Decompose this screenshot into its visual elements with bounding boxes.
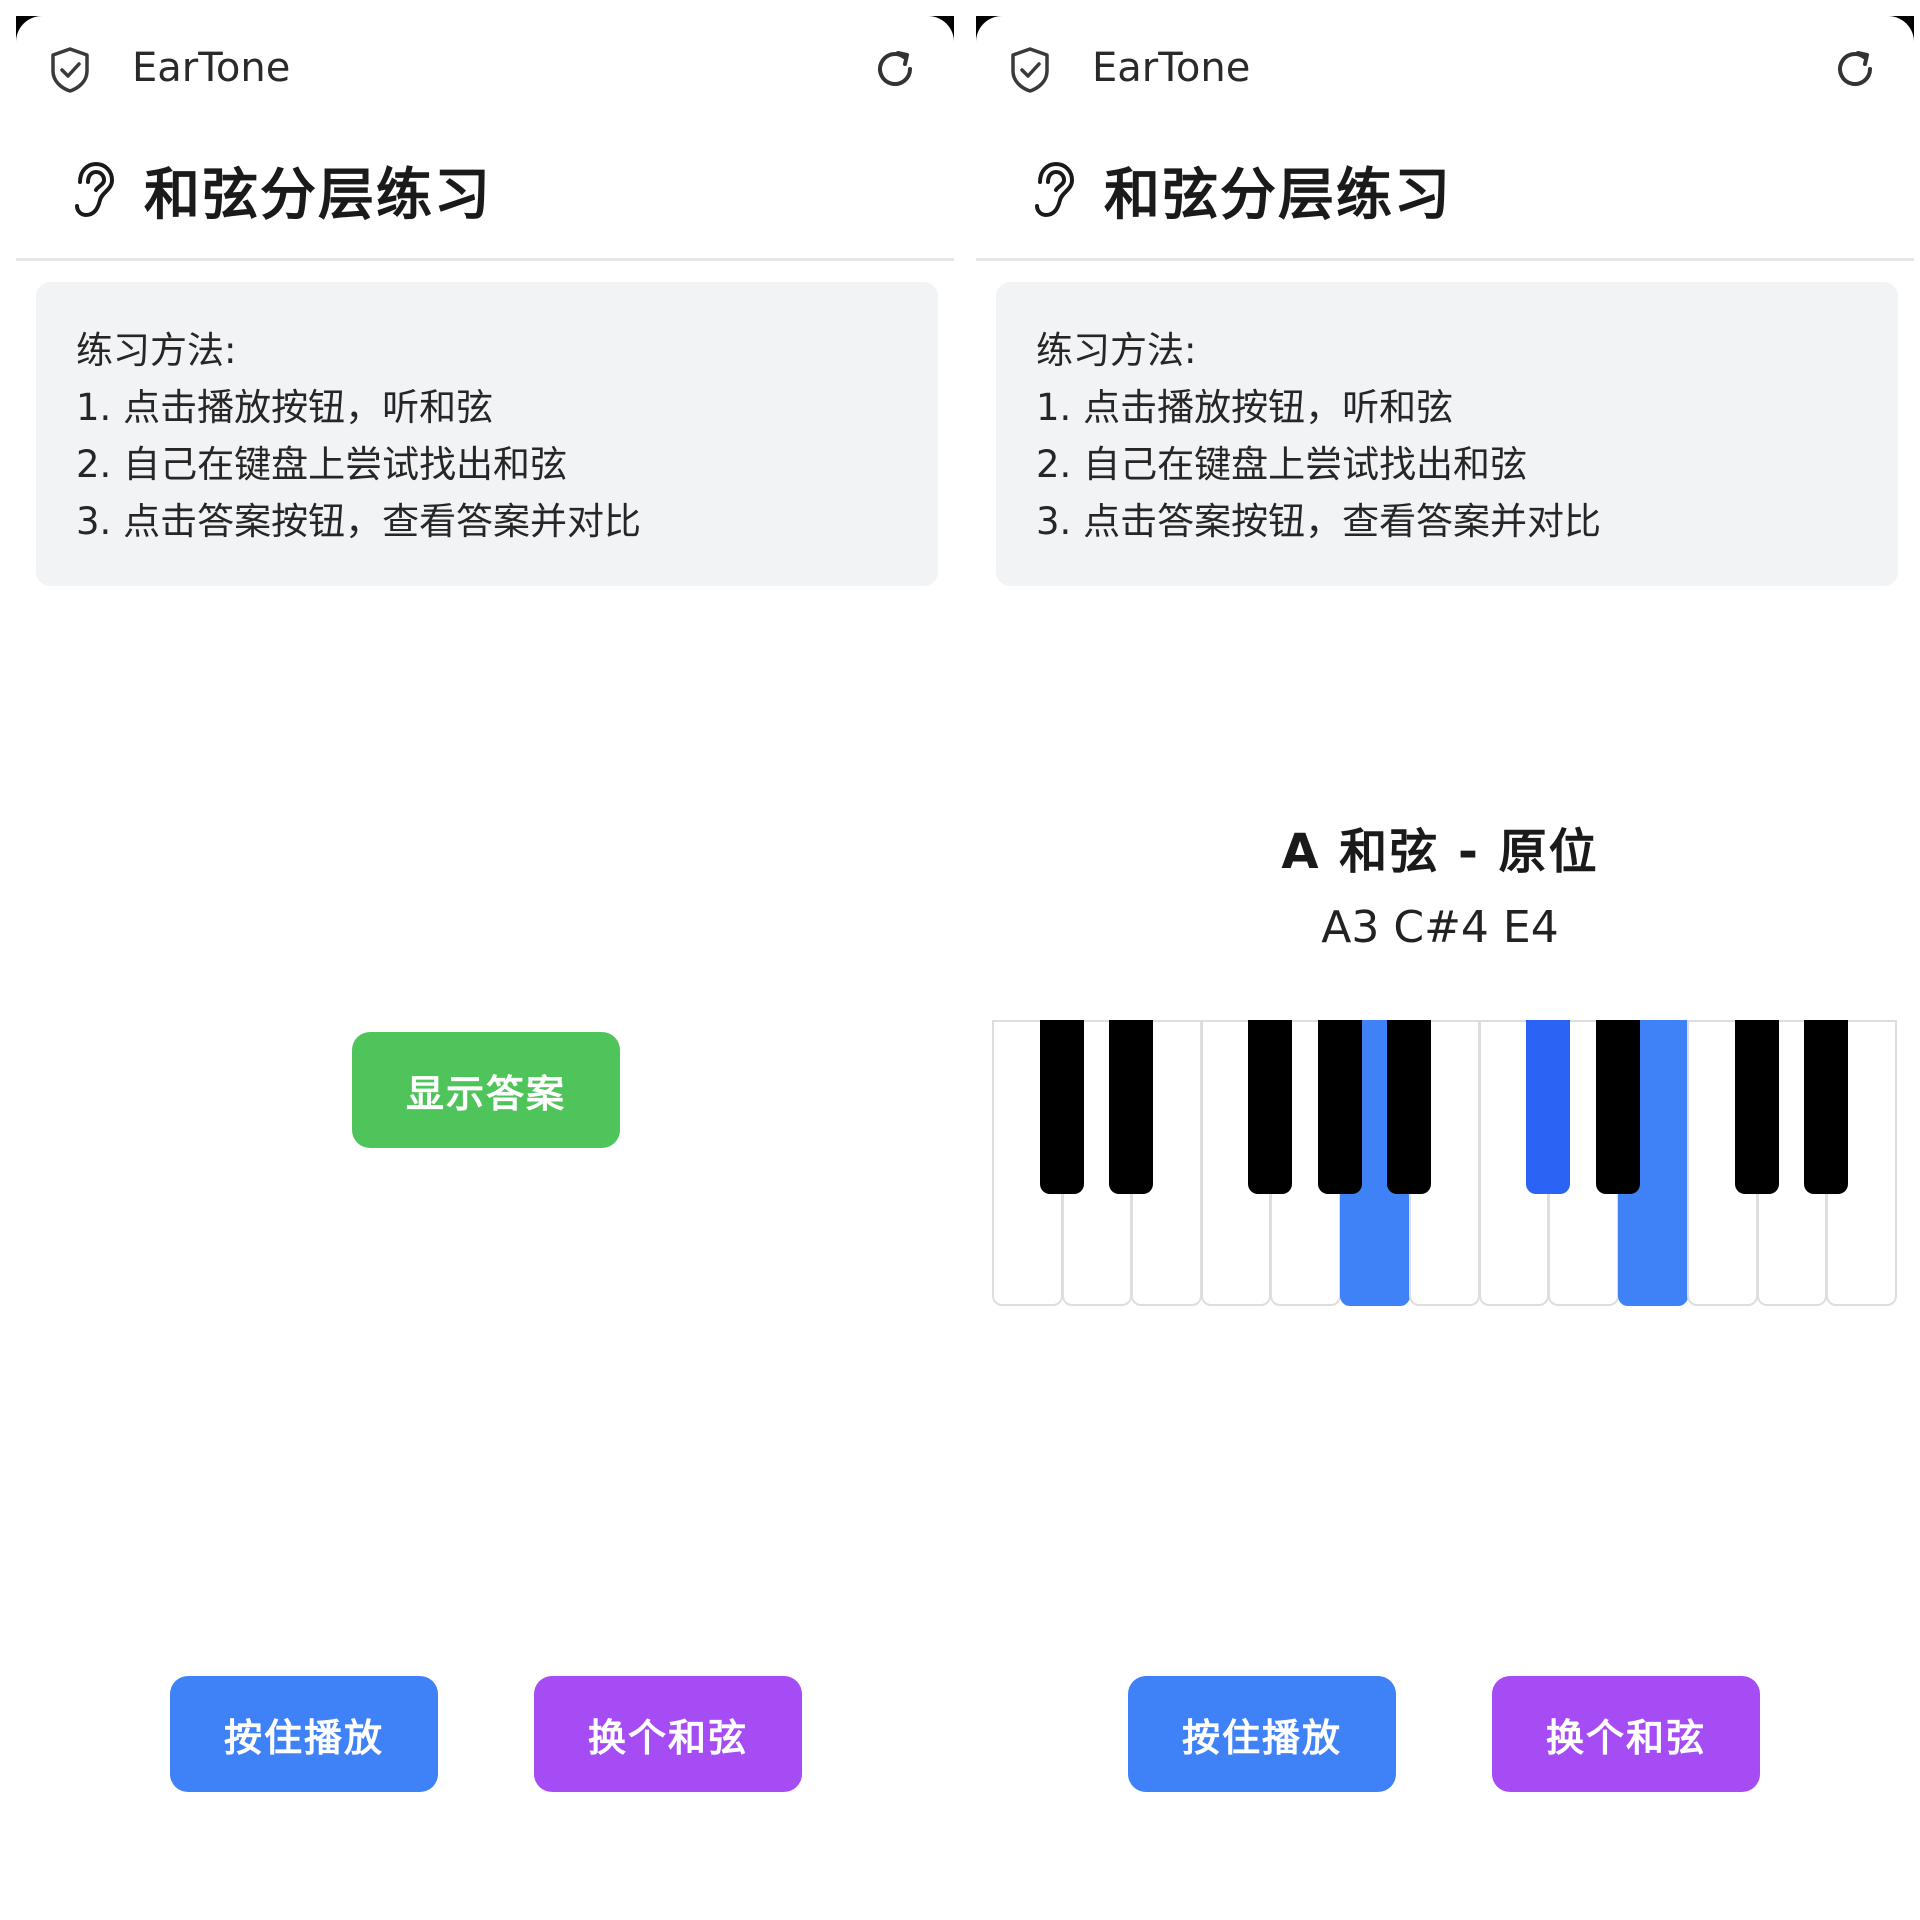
shield-check-icon (51, 47, 89, 93)
change-chord-button[interactable]: 换个和弦 (534, 1676, 802, 1792)
page-title: 和弦分层练习 (1104, 162, 1452, 228)
screenshot-canvas: EarTone 和弦分层练习 练习方法: 1. 点击播放按钮，听和弦 2. 自己… (0, 0, 1920, 1920)
instructions-heading: 练习方法: (76, 329, 237, 372)
piano-black-key[interactable] (1109, 1020, 1154, 1194)
piano-black-key[interactable] (1804, 1020, 1849, 1194)
header-divider (976, 258, 1914, 261)
app-title: EarTone (1092, 45, 1251, 91)
piano-black-key[interactable] (1317, 1020, 1362, 1194)
instructions-box: 练习方法: 1. 点击播放按钮，听和弦 2. 自己在键盘上尝试找出和弦 3. 点… (996, 282, 1898, 586)
piano-black-key[interactable] (1734, 1020, 1779, 1194)
instruction-step: 2. 自己在键盘上尝试找出和弦 (76, 443, 568, 486)
app-title: EarTone (132, 45, 291, 91)
header-divider (16, 258, 954, 261)
refresh-icon[interactable] (1830, 44, 1880, 94)
hold-play-button[interactable]: 按住播放 (170, 1676, 438, 1792)
piano-black-key[interactable] (1387, 1020, 1432, 1194)
piano-black-key[interactable] (1039, 1020, 1084, 1194)
shield-check-icon (1011, 47, 1049, 93)
app-bar: EarTone (976, 28, 1914, 108)
app-bar: EarTone (16, 28, 954, 108)
chord-notes: A3 C#4 E4 (1321, 902, 1559, 953)
instructions-heading: 练习方法: (1036, 329, 1197, 372)
screen-answer-state: EarTone 和弦分层练习 练习方法: 1. 点击播放按钮，听和弦 2. 自己… (960, 0, 1920, 1920)
page-header: 和弦分层练习 (1030, 150, 1452, 230)
instruction-step: 3. 点击答案按钮，查看答案并对比 (1036, 500, 1602, 543)
piano-black-key[interactable] (1595, 1020, 1640, 1194)
instruction-step: 1. 点击播放按钮，听和弦 (76, 386, 494, 429)
instruction-step: 1. 点击播放按钮，听和弦 (1036, 386, 1454, 429)
instructions-box: 练习方法: 1. 点击播放按钮，听和弦 2. 自己在键盘上尝试找出和弦 3. 点… (36, 282, 938, 586)
piano-black-key[interactable] (1248, 1020, 1293, 1194)
chord-name: A 和弦 - 原位 (1281, 824, 1599, 880)
instruction-step: 2. 自己在键盘上尝试找出和弦 (1036, 443, 1528, 486)
screen-question-state: EarTone 和弦分层练习 练习方法: 1. 点击播放按钮，听和弦 2. 自己… (0, 0, 960, 1920)
ear-icon (75, 161, 115, 218)
hold-play-button[interactable]: 按住播放 (1128, 1676, 1396, 1792)
page-header: 和弦分层练习 (70, 150, 492, 230)
refresh-icon[interactable] (870, 44, 920, 94)
ear-icon (1035, 161, 1075, 218)
change-chord-button[interactable]: 换个和弦 (1492, 1676, 1760, 1792)
show-answer-button[interactable]: 显示答案 (352, 1032, 620, 1148)
piano-keyboard (992, 1020, 1897, 1310)
page-title: 和弦分层练习 (144, 162, 492, 228)
instruction-step: 3. 点击答案按钮，查看答案并对比 (76, 500, 642, 543)
piano-black-key[interactable] (1526, 1020, 1571, 1194)
